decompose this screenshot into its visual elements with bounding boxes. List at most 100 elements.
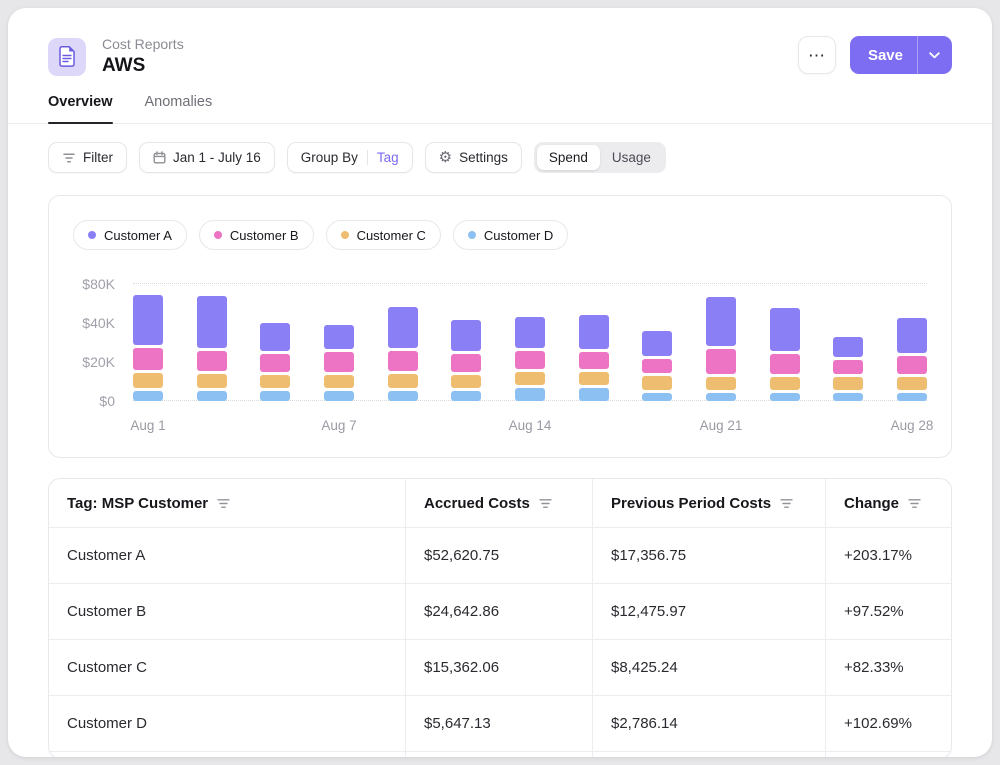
accrued-costs: $52,620.75 [405, 528, 592, 583]
bar-segment-customer-a [897, 318, 927, 353]
customer-name: Customer C [49, 640, 405, 695]
bar-segment-customer-b [451, 354, 481, 372]
bar-group-13[interactable] [897, 318, 927, 401]
bar-group-6[interactable] [451, 320, 481, 401]
tab-anomalies[interactable]: Anomalies [145, 94, 213, 123]
save-button[interactable]: Save [850, 36, 917, 74]
bar-group-3[interactable] [260, 323, 290, 401]
save-split-button: Save [850, 36, 952, 74]
divider [367, 150, 368, 165]
column-header-label: Tag: MSP Customer [67, 495, 208, 512]
bar-segment-customer-a [388, 307, 418, 348]
bar-group-1[interactable] [133, 295, 163, 401]
page-title: AWS [102, 55, 184, 77]
bar-group-9[interactable] [642, 331, 672, 401]
bar-segment-customer-d [706, 393, 736, 401]
more-button[interactable]: ⋯ [798, 36, 836, 74]
bar-segment-customer-b [388, 351, 418, 371]
table-row-customer-d[interactable]: Customer D$5,647.13$2,786.14+102.69% [49, 695, 951, 751]
table-row-customer-c[interactable]: Customer C$15,362.06$8,425.24+82.33% [49, 639, 951, 695]
legend-customer-d[interactable]: Customer D [453, 220, 568, 250]
legend-dot [88, 231, 96, 239]
settings-label: Settings [459, 150, 508, 165]
legend-customer-a[interactable]: Customer A [73, 220, 187, 250]
bar-segment-customer-c [515, 372, 545, 385]
bar-segment-customer-c [770, 377, 800, 390]
bar-segment-customer-c [642, 376, 672, 390]
table-body: Customer A$52,620.75$17,356.75+203.17%Cu… [49, 527, 951, 757]
table-row-customer-b[interactable]: Customer B$24,642.86$12,475.97+97.52% [49, 583, 951, 639]
breadcrumb: Cost Reports [102, 36, 184, 52]
bar-segment-customer-c [260, 375, 290, 388]
legend-label: Customer D [484, 228, 553, 243]
date-range-button[interactable]: Jan 1 - July 16 [139, 142, 275, 173]
legend-dot [341, 231, 349, 239]
bar-group-10[interactable] [706, 297, 736, 401]
calendar-icon [153, 151, 166, 164]
legend-label: Customer C [357, 228, 426, 243]
x-axis-label: Aug 7 [321, 418, 356, 433]
table-row-customer-a[interactable]: Customer A$52,620.75$17,356.75+203.17% [49, 527, 951, 583]
y-axis-label: $40K [82, 315, 115, 331]
app-window: Cost Reports AWS ⋯ Save Overview Anomalie… [8, 8, 992, 757]
toggle-spend[interactable]: Spend [537, 145, 600, 170]
toggle-usage[interactable]: Usage [600, 145, 663, 170]
bar-segment-customer-b [197, 351, 227, 371]
sort-icon[interactable] [217, 498, 230, 509]
bar-segment-customer-d [388, 391, 418, 401]
cost-chart-card: Customer A Customer B Customer C Customer D… [48, 195, 952, 458]
table-header-row: Tag: MSP Customer Accrued CostsPrevious P… [49, 479, 951, 527]
bar-segment-customer-d [197, 391, 227, 401]
bar-group-2[interactable] [197, 296, 227, 401]
bar-segment-customer-a [642, 331, 672, 356]
stacked-bar-plot: Aug 1Aug 7Aug 14Aug 21Aug 28 [133, 276, 927, 401]
legend-label: Customer A [104, 228, 172, 243]
bar-segment-customer-a [515, 317, 545, 348]
column-header-previous-period-costs[interactable]: Previous Period Costs [592, 479, 825, 527]
bar-segment-customer-d [833, 393, 863, 401]
chart-legend: Customer A Customer B Customer C Customer D [73, 220, 927, 250]
accrued-costs: $24,642.86 [405, 584, 592, 639]
bar-group-5[interactable] [388, 307, 418, 401]
bar-segment-customer-d [579, 388, 609, 401]
bar-group-12[interactable] [833, 337, 863, 401]
bar-segment-customer-d [897, 393, 927, 401]
previous-period-costs: $2,786.14 [592, 696, 825, 751]
sort-icon[interactable] [908, 498, 921, 509]
x-axis-label: Aug 1 [130, 418, 165, 433]
bar-segment-customer-c [324, 375, 354, 388]
bar-group-4[interactable] [324, 325, 354, 401]
legend-customer-c[interactable]: Customer C [326, 220, 441, 250]
change-value: +203.17% [825, 528, 951, 583]
bar-segment-customer-c [388, 374, 418, 388]
bar-segment-customer-a [706, 297, 736, 346]
bar-group-7[interactable] [515, 317, 545, 401]
sort-icon[interactable] [780, 498, 793, 509]
legend-customer-b[interactable]: Customer B [199, 220, 314, 250]
bar-segment-customer-a [451, 320, 481, 351]
bar-segment-customer-d [324, 391, 354, 401]
bar-group-8[interactable] [579, 315, 609, 401]
column-header-accrued-costs[interactable]: Accrued Costs [405, 479, 592, 527]
bar-group-11[interactable] [770, 308, 800, 401]
gear-icon: ⚙ [439, 150, 452, 165]
group-by-button[interactable]: Group By Tag [287, 142, 413, 173]
tab-overview[interactable]: Overview [48, 94, 113, 123]
column-header-change[interactable]: Change [825, 479, 951, 527]
chevron-down-icon [929, 52, 940, 59]
column-header-tag-msp-customer[interactable]: Tag: MSP Customer [49, 479, 405, 527]
filter-button[interactable]: Filter [48, 142, 127, 173]
save-dropdown-button[interactable] [917, 36, 952, 74]
y-axis-label: $0 [99, 393, 115, 409]
sort-icon[interactable] [539, 498, 552, 509]
group-by-value: Tag [377, 150, 399, 165]
title-group: Cost Reports AWS [48, 36, 184, 77]
chart-body: $80K$40K$20K$0 Aug 1Aug 7Aug 14Aug 21Aug… [73, 276, 927, 437]
spend-usage-toggle: Spend Usage [534, 142, 666, 173]
bar-segment-customer-a [133, 295, 163, 345]
settings-button[interactable]: ⚙ Settings [425, 142, 522, 173]
table-row-partial [49, 751, 951, 757]
bar-segment-customer-b [770, 354, 800, 374]
change-value: +97.52% [825, 584, 951, 639]
report-document-icon [48, 38, 86, 76]
